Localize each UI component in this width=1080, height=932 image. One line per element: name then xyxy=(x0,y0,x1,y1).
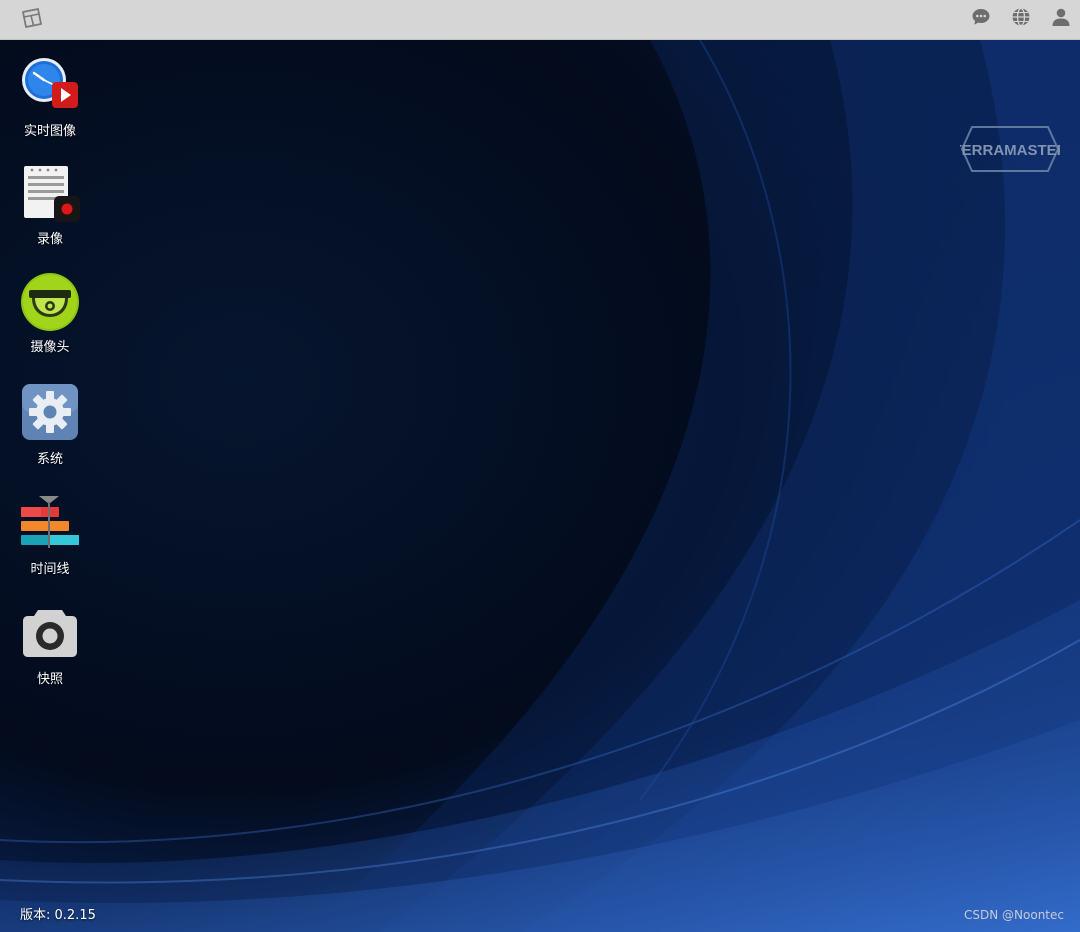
settings-gear-icon xyxy=(20,384,80,444)
start-button[interactable] xyxy=(18,7,46,33)
terramaster-logo: TERRAMASTER xyxy=(953,124,1068,174)
desktop-item-label: 摄像头 xyxy=(30,340,70,355)
desktop-item-label: 快照 xyxy=(36,672,63,687)
desktop-item-system[interactable]: 系统 xyxy=(0,384,100,467)
watermark-text: CSDN @Noontec xyxy=(964,908,1064,922)
desktop-item-label: 系统 xyxy=(36,452,63,467)
wallpaper-waves xyxy=(0,40,1080,932)
desktop-item-camera[interactable]: 摄像头 xyxy=(0,272,100,355)
recording-icon xyxy=(20,164,80,224)
desktop-item-snapshot[interactable]: 快照 xyxy=(0,604,100,687)
taskbar xyxy=(0,0,1080,40)
user-icon xyxy=(1051,7,1071,31)
live-view-icon xyxy=(20,56,80,116)
camera-dome-icon xyxy=(20,272,80,332)
language-button[interactable] xyxy=(1010,7,1032,31)
brand-text: TERRAMASTER xyxy=(960,142,1060,159)
window-icon xyxy=(20,7,44,33)
desktop-item-recording[interactable]: 录像 xyxy=(0,164,100,247)
timeline-icon xyxy=(20,494,80,554)
desktop-item-label: 时间线 xyxy=(30,562,70,577)
desktop-item-timeline[interactable]: 时间线 xyxy=(0,494,100,577)
user-button[interactable] xyxy=(1050,8,1072,30)
chat-icon xyxy=(971,7,991,31)
desktop-item-label: 实时图像 xyxy=(23,124,76,139)
desktop-item-label: 录像 xyxy=(36,232,63,247)
version-label: 版本: 0.2.15 xyxy=(20,908,96,923)
chat-button[interactable] xyxy=(970,8,992,30)
globe-icon xyxy=(1011,7,1031,31)
snapshot-camera-icon xyxy=(20,604,80,664)
desktop-item-live-view[interactable]: 实时图像 xyxy=(0,56,100,139)
desktop: TERRAMASTER 实时图像 xyxy=(0,40,1080,932)
